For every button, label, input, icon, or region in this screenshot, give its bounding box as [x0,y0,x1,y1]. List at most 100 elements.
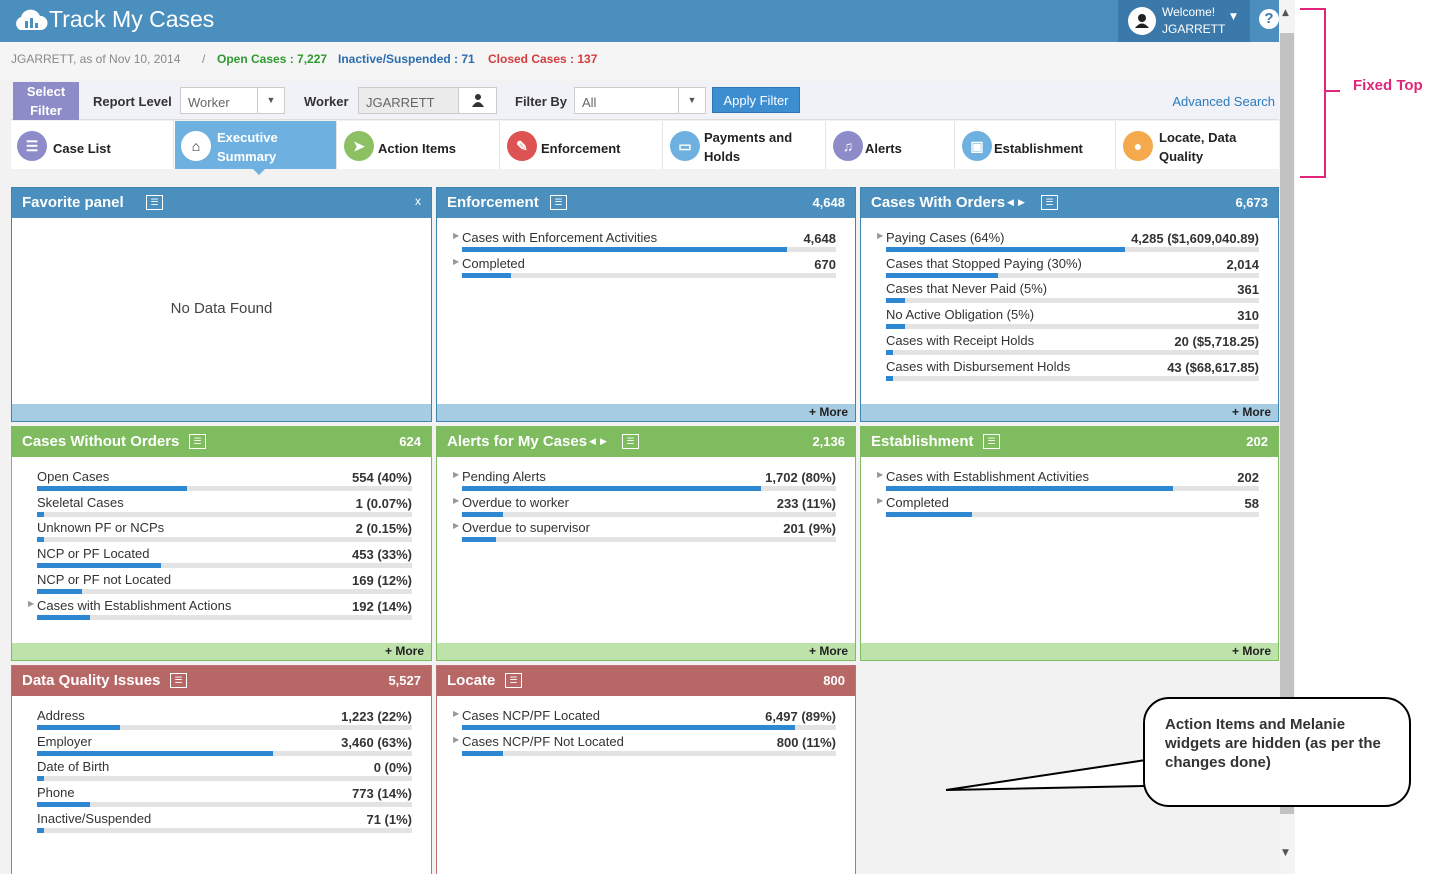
tab-alerts[interactable]: ♫ Alerts [827,121,955,169]
expand-icon[interactable]: ▶ [453,521,459,530]
cases-without-orders-panel: Cases Without Orders ☰ 624 Open Cases 554… [11,426,432,661]
more-link[interactable]: + More [861,404,1278,421]
prev-arrow-icon[interactable]: ◀ [1007,197,1014,208]
metric-row[interactable]: ▶ Cases with Establishment Actions 192 (14… [28,598,412,624]
report-icon[interactable]: ☰ [146,195,163,210]
apply-filter-button[interactable]: Apply Filter [712,87,800,113]
metric-label: No Active Obligation (5%) [886,307,1035,323]
tab-case-list[interactable]: ☰ Case List [11,121,174,169]
metric-bar-fill [37,725,120,730]
report-icon[interactable]: ☰ [983,434,1000,449]
open-cases-link[interactable]: Open Cases : 7,227 [217,52,327,66]
select-filter-button[interactable]: Select Filter [13,82,79,120]
metric-row[interactable]: Date of Birth 0 (0%) [37,759,412,785]
closed-cases-link[interactable]: Closed Cases : 137 [488,52,597,66]
tab-action-items[interactable]: ➤ Action Items [338,121,500,169]
expand-icon[interactable]: ▶ [28,599,34,608]
metric-row[interactable]: ▶ Paying Cases (64%) 4,285 ($1,609,040.89) [877,230,1259,256]
expand-icon[interactable]: ▶ [453,257,459,266]
report-icon[interactable]: ☰ [189,434,206,449]
metric-row[interactable]: Cases with Receipt Holds 20 ($5,718.25) [886,333,1259,359]
expand-icon[interactable]: ▶ [453,496,459,505]
metric-row[interactable]: Address 1,223 (22%) [37,708,412,734]
user-menu[interactable]: Welcome! JGARRETT ▼ [1118,0,1250,42]
metric-value: 0 (0%) [373,760,412,776]
expand-icon[interactable]: ▶ [877,231,883,240]
report-level-select[interactable]: Worker ▼ [180,87,285,114]
next-arrow-icon[interactable]: ▶ [600,436,607,447]
more-link[interactable]: + More [12,643,431,660]
metric-row[interactable]: Employer 3,460 (63%) [37,734,412,760]
metric-label: Cases NCP/PF Located [462,708,601,723]
metric-row[interactable]: Inactive/Suspended 71 (1%) [37,811,412,837]
metric-value: 20 ($5,718.25) [1174,333,1259,349]
metric-row[interactable]: ▶ Cases with Enforcement Activities 4,648 [453,230,836,256]
metric-value: 1,223 (22%) [341,709,412,724]
close-icon[interactable]: x [415,194,421,208]
report-icon[interactable]: ☰ [170,673,187,688]
metric-row[interactable]: ▶ Overdue to supervisor 201 (9%) [453,520,836,546]
metric-row[interactable]: ▶ Cases NCP/PF Located 6,497 (89%) [453,708,836,734]
metric-row[interactable]: No Active Obligation (5%) 310 [886,307,1259,333]
more-link[interactable]: + More [437,643,855,660]
metric-row[interactable]: NCP or PF not Located 169 (12%) [37,572,412,598]
person-picker-icon[interactable] [458,88,496,113]
panel-title: Favorite panel [22,194,124,211]
prev-arrow-icon[interactable]: ◀ [589,436,596,447]
expand-icon[interactable]: ▶ [453,470,459,479]
tab-enforcement[interactable]: ✎ Enforcement [501,121,663,169]
report-icon[interactable]: ☰ [505,673,522,688]
report-icon[interactable]: ☰ [622,434,639,449]
next-arrow-icon[interactable]: ▶ [1018,197,1025,208]
more-link[interactable]: + More [437,404,855,421]
metric-row[interactable]: ▶ Cases with Establishment Activities 202 [877,469,1259,495]
metric-bar-track [462,537,836,543]
enforcement-panel: Enforcement ☰ 4,648 ▶ Cases with Enforcem… [436,187,856,422]
chevron-down-icon: ▼ [257,88,284,113]
expand-icon[interactable]: ▶ [453,735,459,744]
inactive-cases-link[interactable]: Inactive/Suspended : 71 [338,52,475,66]
locate-panel: Locate ☰ 800 ▶ Cases NCP/PF Located 6,497 … [436,665,856,874]
tab-establishment[interactable]: ▣ Establishment [956,121,1116,169]
expand-icon[interactable]: ▶ [453,231,459,240]
advanced-search-link[interactable]: Advanced Search [1172,94,1275,109]
chevron-down-icon[interactable]: ▼ [1282,848,1289,858]
tab-executive-summary[interactable]: ⌂ Executive Summary [175,121,337,175]
metric-bar-fill [462,511,504,517]
metric-bar-track [37,750,412,756]
metric-row[interactable]: Skeletal Cases 1 (0.07%) [37,495,412,521]
more-link[interactable]: + More [861,643,1278,660]
metric-row[interactable]: ▶ Cases NCP/PF Not Located 800 (11%) [453,734,836,760]
metric-row[interactable]: Unknown PF or NCPs 2 (0.15%) [37,520,412,546]
expand-icon[interactable]: ▶ [877,470,883,479]
metric-row[interactable]: Open Cases 554 (40%) [37,469,412,495]
metric-bar-fill [886,298,905,304]
metric-bar-track [462,750,836,756]
metric-bar-track [37,614,412,620]
metric-row[interactable]: Cases that Stopped Paying (30%) 2,014 [886,256,1259,282]
metric-row[interactable]: ▶ Completed 670 [453,256,836,282]
metric-row[interactable]: ▶ Completed 58 [877,495,1259,521]
metric-row[interactable]: ▶ Overdue to worker 233 (11%) [453,495,836,521]
expand-icon[interactable]: ▶ [877,496,883,505]
metric-row[interactable]: Phone 773 (14%) [37,785,412,811]
worker-field[interactable]: JGARRETT [358,87,497,114]
metric-row[interactable]: Cases with Disbursement Holds 43 ($68,617… [886,359,1259,385]
metric-value: 202 [1237,470,1259,485]
expand-icon[interactable]: ▶ [453,709,459,718]
tab-locate-data-quality[interactable]: ● Locate, Data Quality [1117,121,1279,169]
metric-bar-fill [37,802,90,808]
metric-value: 71 (1%) [366,811,412,827]
tab-payments-holds[interactable]: ▭ Payments and Holds [664,121,826,169]
report-icon[interactable]: ☰ [1041,195,1058,210]
filter-by-select[interactable]: All ▼ [574,87,706,114]
chevron-up-icon[interactable]: ▲ [1282,8,1289,18]
separator: / [202,52,206,66]
metric-row[interactable]: Cases that Never Paid (5%) 361 [886,281,1259,307]
metric-bar-fill [462,725,795,730]
metric-bar-fill [37,588,82,594]
help-icon[interactable]: ? [1259,9,1279,29]
metric-row[interactable]: NCP or PF Located 453 (33%) [37,546,412,572]
report-icon[interactable]: ☰ [550,195,567,210]
metric-row[interactable]: ▶ Pending Alerts 1,702 (80%) [453,469,836,495]
